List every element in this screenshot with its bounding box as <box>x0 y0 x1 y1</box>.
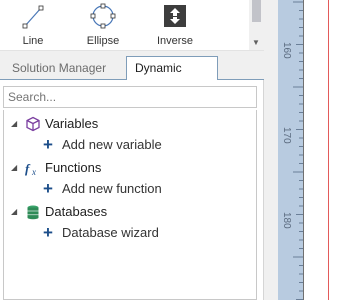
line-tool-button[interactable]: Line <box>3 0 63 50</box>
tree-node-label: Variables <box>45 116 99 131</box>
panel-tabstrip: Solution Manager Dynamic Data <box>0 50 264 97</box>
database-wizard-label: Database wizard <box>62 225 159 240</box>
drawing-toolbar: Line Ellipse Inverse ▼ <box>0 0 264 50</box>
inverse-tool-button[interactable]: Inverse <box>145 0 205 50</box>
add-new-function-label: Add new function <box>62 181 162 196</box>
tree-node-label: Functions <box>45 160 102 175</box>
line-tool-label: Line <box>22 35 44 47</box>
toolbar-scrollbar[interactable]: ▼ <box>249 0 264 50</box>
scroll-down-arrow-icon[interactable]: ▼ <box>252 38 260 47</box>
inverse-tool-label: Inverse <box>156 35 194 47</box>
function-fx-icon: f x <box>25 161 36 176</box>
add-new-function-item[interactable]: + Add new function <box>43 179 243 199</box>
plus-icon: + <box>43 179 53 198</box>
design-canvas[interactable] <box>304 0 359 300</box>
toolbar-scroll-thumb[interactable] <box>252 0 261 22</box>
data-tree: ◢ Variables + Add new variable ◢ f x Fun… <box>3 110 257 300</box>
search-input[interactable] <box>3 86 257 108</box>
expand-arrow-icon[interactable]: ◢ <box>11 158 21 178</box>
tree-node-functions[interactable]: ◢ f x Functions <box>11 158 251 178</box>
add-new-variable-label: Add new variable <box>62 137 162 152</box>
expand-arrow-icon[interactable]: ◢ <box>11 202 21 222</box>
ellipse-icon <box>90 3 116 29</box>
database-wizard-item[interactable]: + Database wizard <box>43 223 243 243</box>
ruler-label-180: 180 <box>281 212 292 229</box>
add-new-variable-item[interactable]: + Add new variable <box>43 135 243 155</box>
plus-icon: + <box>43 223 53 242</box>
tree-node-variables[interactable]: ◢ Variables <box>11 114 251 134</box>
tree-node-label: Databases <box>45 204 108 219</box>
line-icon <box>22 5 44 29</box>
svg-text:x: x <box>31 167 36 176</box>
database-icon <box>27 205 39 220</box>
variables-cube-icon <box>26 116 40 132</box>
ruler-label-160: 160 <box>281 42 292 59</box>
expand-arrow-icon[interactable]: ◢ <box>11 114 21 134</box>
inverse-icon <box>164 5 186 27</box>
margin-guide-line <box>328 0 329 300</box>
tree-node-databases[interactable]: ◢ Databases <box>11 202 251 222</box>
ruler-label-170: 170 <box>281 127 292 144</box>
ellipse-tool-button[interactable]: Ellipse <box>73 0 133 50</box>
tab-solution-manager[interactable]: Solution Manager <box>4 57 114 81</box>
dynamic-data-panel: ◢ Variables + Add new variable ◢ f x Fun… <box>0 80 264 300</box>
plus-icon: + <box>43 135 53 154</box>
svg-text:f: f <box>25 161 31 176</box>
ellipse-tool-label: Ellipse <box>86 35 120 47</box>
splitter-gutter[interactable] <box>264 0 278 300</box>
